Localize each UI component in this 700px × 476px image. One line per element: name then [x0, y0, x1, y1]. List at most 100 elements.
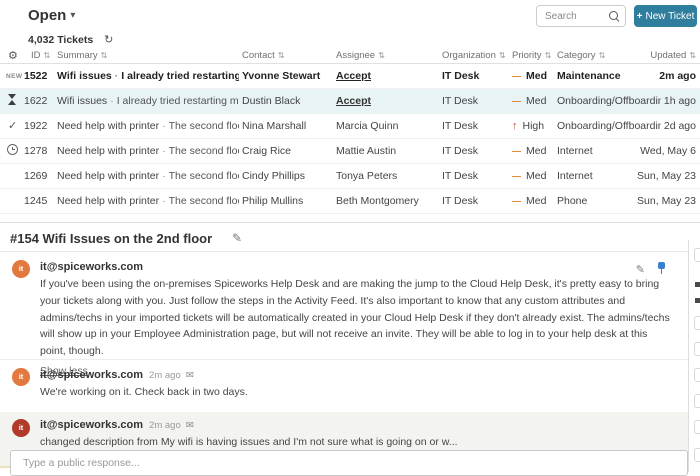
- ticket-count-bar: 4,032 Tickets ↻: [28, 33, 113, 47]
- table-row[interactable]: 1278 Need help with printer·The second f…: [0, 139, 700, 164]
- ticket-assignee: Tonya Peters: [336, 170, 436, 182]
- avatar: it: [12, 368, 30, 386]
- avatar: it: [12, 260, 30, 278]
- avatar: it: [12, 419, 30, 437]
- cutoff-glyph: [695, 282, 700, 287]
- summary-separator: ·: [159, 170, 169, 182]
- cutoff-field: [694, 394, 700, 408]
- summary-text: The second floo: [169, 145, 239, 157]
- column-header-assignee[interactable]: Assignee: [336, 50, 385, 61]
- table-row[interactable]: NEW 1522 Wifi issues·I already tried res…: [0, 64, 700, 89]
- ticket-organization: IT Desk: [442, 195, 510, 207]
- summary-text: I already tried restarting my: [121, 70, 239, 82]
- message-sender: it@spiceworks.com: [40, 369, 143, 381]
- ticket-updated: Sun, May 23: [612, 170, 696, 182]
- column-header-priority[interactable]: Priority: [512, 50, 551, 61]
- new-ticket-badge: NEW: [6, 73, 22, 80]
- ticket-detail-panel: #154 Wifi Issues on the 2nd floor ✎ it i…: [0, 222, 700, 472]
- hourglass-icon: [8, 94, 17, 105]
- column-header-category[interactable]: Category: [557, 50, 605, 61]
- summary-text: The second floo: [169, 120, 239, 132]
- accept-link[interactable]: Accept: [336, 70, 436, 82]
- public-response-input[interactable]: [23, 453, 663, 473]
- ticket-priority: Med: [512, 195, 556, 207]
- plus-icon: +: [637, 11, 643, 22]
- table-header: ⚙ ID Summary Contact Assignee Organizati…: [0, 48, 700, 64]
- cutoff-field: [694, 342, 700, 356]
- summary-title: Wifi issues: [57, 70, 112, 82]
- ticket-contact: Cindy Phillips: [242, 170, 334, 182]
- cutoff-field: [694, 248, 700, 262]
- table-row[interactable]: 1269 Need help with printer·The second f…: [0, 164, 700, 189]
- check-icon: ✓: [8, 119, 17, 132]
- edit-title-pencil-icon[interactable]: ✎: [232, 231, 242, 245]
- ticket-count: 4,032 Tickets: [28, 34, 93, 46]
- cutoff-field: [694, 316, 700, 330]
- ticket-summary: Need help with printer·The second floo: [57, 120, 239, 132]
- summary-separator: ·: [112, 70, 122, 82]
- envelope-icon: ✉: [186, 420, 194, 431]
- column-header-organization[interactable]: Organization: [442, 50, 506, 61]
- envelope-icon: ✉: [186, 370, 194, 381]
- gear-icon[interactable]: ⚙: [8, 49, 18, 62]
- top-bar: Open▾ +New Ticket: [0, 0, 700, 32]
- cutoff-glyph: [695, 298, 700, 303]
- cutoff-field: [694, 420, 700, 434]
- ticket-id: 1278: [24, 145, 56, 157]
- search-icon[interactable]: [609, 11, 619, 21]
- priority-med-icon: [512, 70, 521, 82]
- ticket-summary: Need help with printer·The second floo: [57, 170, 239, 182]
- new-ticket-button[interactable]: +New Ticket: [634, 5, 697, 27]
- column-header-updated[interactable]: Updated: [650, 50, 696, 61]
- ticket-summary: Wifi issues·I already tried restarting m…: [57, 70, 239, 82]
- summary-separator: ·: [107, 95, 117, 107]
- column-header-summary[interactable]: Summary: [57, 50, 107, 61]
- accept-link[interactable]: Accept: [336, 95, 436, 107]
- ticket-title: #154 Wifi Issues on the 2nd floor: [10, 231, 212, 246]
- column-header-contact[interactable]: Contact: [242, 50, 284, 61]
- table-row[interactable]: 1622 Wifi issues·I already tried restart…: [0, 89, 700, 114]
- ticket-priority: Med: [512, 95, 556, 107]
- message-sender: it@spiceworks.com: [40, 419, 143, 431]
- ticket-id: 1245: [24, 195, 56, 207]
- ticket-assignee: Marcia Quinn: [336, 120, 436, 132]
- table-row[interactable]: ✓ 1922 Need help with printer·The second…: [0, 114, 700, 139]
- summary-separator: ·: [159, 195, 169, 207]
- clock-icon: [7, 144, 18, 155]
- ticket-priority: High: [512, 120, 556, 132]
- priority-high-icon: [512, 120, 518, 132]
- summary-title: Need help with printer: [57, 145, 159, 157]
- search-input[interactable]: [545, 7, 607, 25]
- ticket-contact: Craig Rice: [242, 145, 334, 157]
- ticket-updated: 2m ago: [612, 70, 696, 82]
- table-row[interactable]: 1245 Need help with printer·The second f…: [0, 189, 700, 214]
- ticket-id: 1622: [24, 95, 56, 107]
- ticket-organization: IT Desk: [442, 145, 510, 157]
- ticket-contact: Yvonne Stewart: [242, 70, 334, 82]
- message-sender: it@spiceworks.com: [40, 261, 143, 273]
- response-compose-box: [10, 450, 688, 476]
- ticket-assignee: Mattie Austin: [336, 145, 436, 157]
- cutoff-field: [694, 368, 700, 382]
- ticket-priority: Med: [512, 145, 556, 157]
- ticket-id: 1269: [24, 170, 56, 182]
- summary-text: The second floo: [169, 170, 239, 182]
- edit-message-pencil-icon[interactable]: ✎: [636, 263, 645, 276]
- ticket-priority: Med: [512, 70, 556, 82]
- ticket-organization: IT Desk: [442, 170, 510, 182]
- chevron-down-icon: ▾: [70, 10, 75, 21]
- ticket-summary: Need help with printer·The second floo: [57, 145, 239, 157]
- ticket-table: NEW 1522 Wifi issues·I already tried res…: [0, 64, 700, 214]
- priority-med-icon: [512, 195, 521, 207]
- pin-icon[interactable]: [657, 262, 666, 274]
- summary-text: I already tried restarting my: [117, 95, 239, 107]
- ticket-assignee: Beth Montgomery: [336, 195, 436, 207]
- refresh-icon[interactable]: ↻: [104, 33, 113, 46]
- summary-separator: ·: [159, 145, 169, 157]
- ticket-organization: IT Desk: [442, 70, 510, 82]
- summary-separator: ·: [159, 120, 169, 132]
- ticket-contact: Philip Mullins: [242, 195, 334, 207]
- column-header-id[interactable]: ID: [31, 50, 50, 61]
- message-time: 2m ago: [149, 420, 181, 431]
- view-filter-dropdown[interactable]: Open▾: [28, 7, 75, 24]
